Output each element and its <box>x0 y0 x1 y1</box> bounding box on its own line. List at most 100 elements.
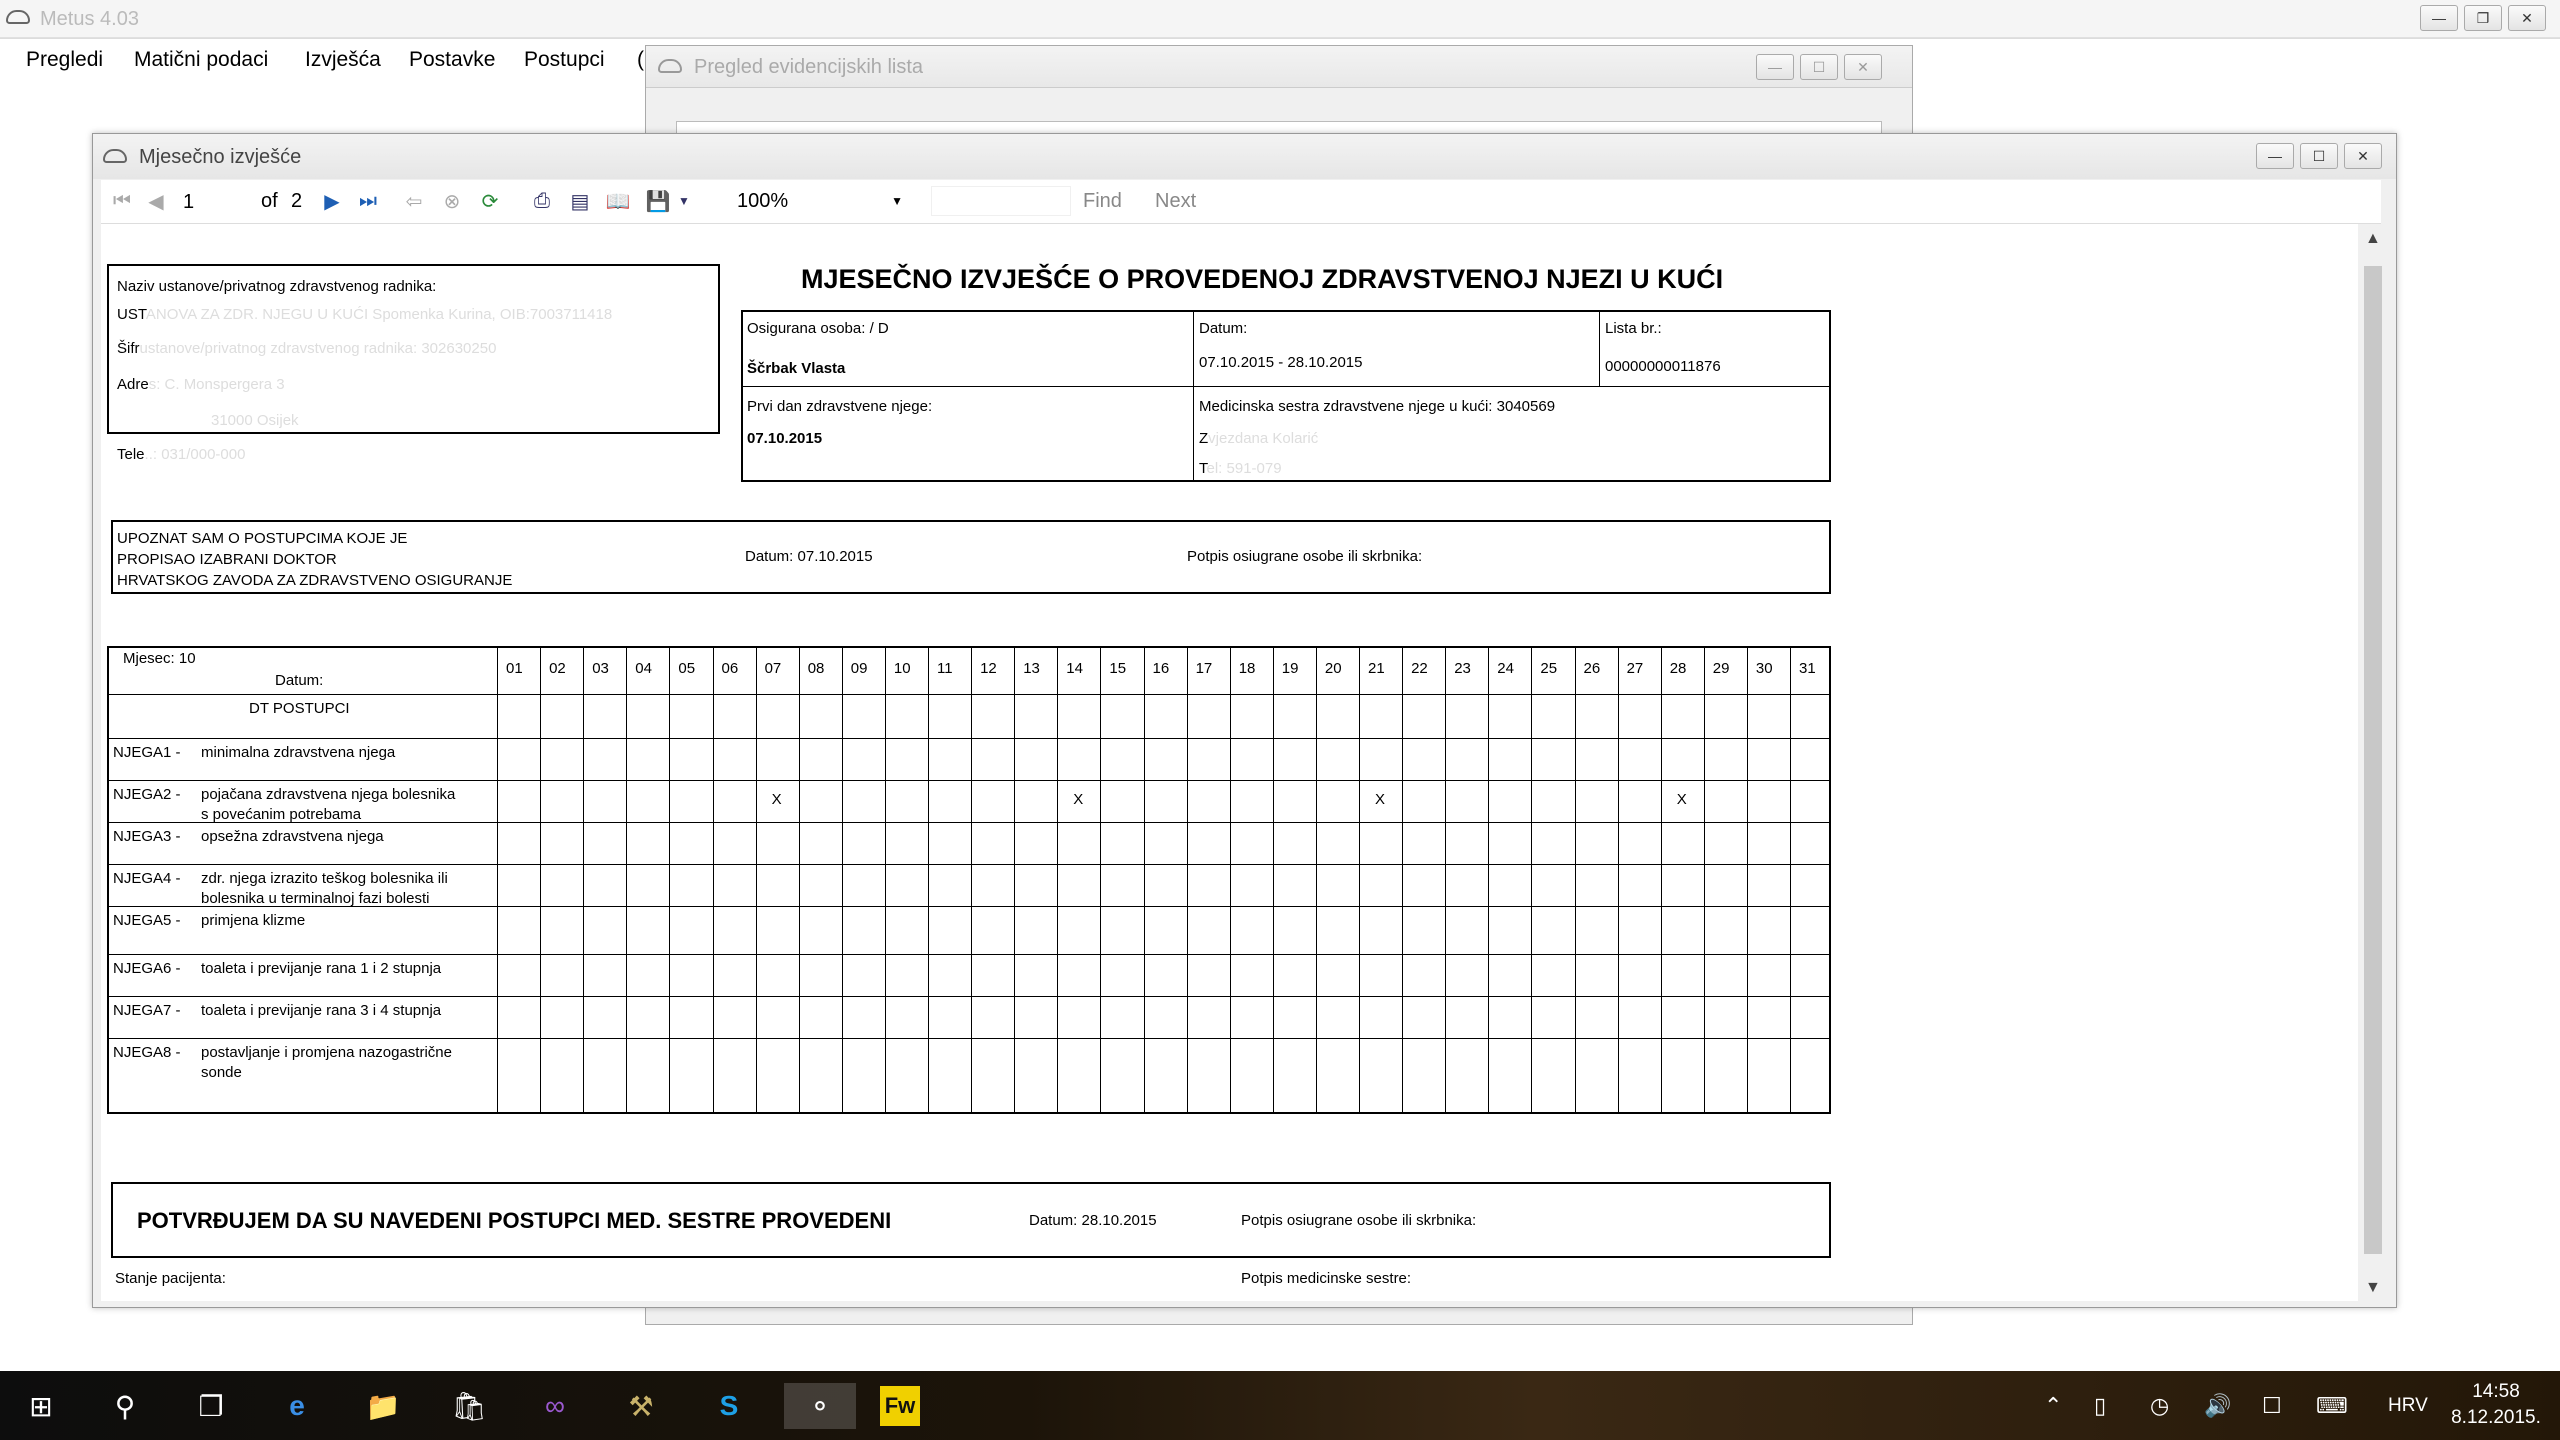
tools-icon[interactable]: ⚒ <box>618 1383 664 1429</box>
day-header: 22 <box>1411 660 1428 677</box>
export-dropdown-icon[interactable]: ▼ <box>671 188 697 214</box>
refresh-icon[interactable]: ⟳ <box>477 188 503 214</box>
metus-icon[interactable]: ⚬ <box>784 1383 856 1429</box>
visual-studio-icon[interactable]: ∞ <box>532 1383 578 1429</box>
first-page-icon[interactable]: ⏮ <box>109 188 135 214</box>
divider <box>1617 648 1619 1112</box>
menu-postupci[interactable]: Postupci <box>524 48 605 72</box>
row-description: toaleta i previjanje rana 1 i 2 stupnja <box>201 960 442 977</box>
row-description: toaleta i previjanje rana 3 i 4 stupnja <box>201 1002 442 1019</box>
day-header: 19 <box>1281 660 1299 677</box>
print-icon[interactable]: ⎙ <box>529 188 555 214</box>
clock-time: 14:58 <box>2472 1381 2520 1402</box>
minimize-button[interactable]: — <box>2420 5 2458 31</box>
day-header: 08 <box>807 660 825 677</box>
close-button[interactable]: ✕ <box>1844 54 1882 80</box>
scroll-thumb[interactable] <box>2364 266 2382 1254</box>
divider <box>109 738 1829 739</box>
divider <box>1703 648 1705 1112</box>
wifi-icon[interactable]: ◷ <box>2150 1393 2169 1419</box>
chevron-up-icon[interactable]: ⌃ <box>2044 1393 2062 1419</box>
row-description: sonde <box>201 1064 242 1081</box>
skype-icon[interactable]: S <box>706 1383 752 1429</box>
report-window-title-bar[interactable]: Mjesečno izvješće — ☐ ✕ <box>93 134 2396 179</box>
institution-address: Adres: C. Monspergera 3 <box>117 376 285 393</box>
page-number-input[interactable] <box>183 188 243 216</box>
fireworks-icon[interactable]: Fw <box>880 1386 920 1426</box>
prev-page-icon[interactable]: ◀ <box>143 188 169 214</box>
edge-icon[interactable]: e <box>274 1383 320 1429</box>
minimize-button[interactable]: — <box>1756 54 1794 80</box>
divider <box>1315 648 1317 1112</box>
date-header-label: Datum: <box>275 672 324 689</box>
back-icon[interactable]: ⇦ <box>401 188 427 214</box>
next-link[interactable]: Next <box>1155 190 1196 213</box>
maximize-button[interactable]: ☐ <box>1800 54 1838 80</box>
find-input[interactable] <box>931 186 1071 216</box>
menu-maticni-podaci[interactable]: Matični podaci <box>134 48 268 72</box>
divider <box>1014 648 1016 1112</box>
divider <box>1359 648 1360 1112</box>
first-day-label: Prvi dan zdravstvene njege: <box>747 398 933 415</box>
find-link[interactable]: Find <box>1083 190 1122 213</box>
divider <box>1057 648 1059 1112</box>
confirmation-text: POTVRĐUJEM DA SU NAVEDENI POSTUPCI MED. … <box>137 1208 892 1233</box>
menu-pregledi[interactable]: Pregledi <box>26 48 103 72</box>
search-icon[interactable]: ⚲ <box>102 1383 148 1429</box>
start-icon[interactable]: ⊞ <box>18 1383 64 1429</box>
store-icon[interactable]: 🛍 <box>446 1383 492 1429</box>
ack-line-1: UPOZNAT SAM O POSTUPCIMA KOJE JE <box>117 530 408 547</box>
volume-icon[interactable]: 🔊 <box>2204 1393 2231 1419</box>
menu-more[interactable]: ( <box>637 48 644 72</box>
print-layout-icon[interactable]: ▤ <box>567 188 593 214</box>
export-icon[interactable]: 💾 <box>645 188 671 214</box>
zoom-select[interactable]: 100% ▼ <box>729 188 909 216</box>
scroll-up-icon[interactable]: ▲ <box>2365 230 2381 248</box>
list-label: Lista br.: <box>1605 320 1662 337</box>
scroll-down-icon[interactable]: ▼ <box>2365 1279 2381 1297</box>
day-header: 31 <box>1799 660 1816 677</box>
vertical-scrollbar[interactable]: ▲ ▼ <box>2359 224 2387 1301</box>
window-icon <box>103 149 127 163</box>
day-header: 07 <box>764 660 782 677</box>
last-page-icon[interactable]: ⏭ <box>355 188 381 214</box>
maximize-button[interactable]: ☐ <box>2300 143 2338 169</box>
language-indicator[interactable]: HRV <box>2388 1395 2428 1417</box>
task-view-icon[interactable]: ❐ <box>188 1383 234 1429</box>
nurse-label: Medicinska sestra zdravstvene njege u ku… <box>1199 398 1556 415</box>
divider <box>884 648 886 1112</box>
list-number: 00000000011876 <box>1605 358 1721 375</box>
divider <box>669 648 671 1112</box>
divider <box>1100 648 1102 1112</box>
day-header: 06 <box>721 660 739 677</box>
divider <box>712 648 714 1112</box>
pregled-window-title-bar[interactable]: Pregled evidencijskih lista — ☐ ✕ <box>646 46 1912 88</box>
menu-izvjesca[interactable]: Izvješća <box>305 48 381 72</box>
close-button[interactable]: ✕ <box>2508 5 2546 31</box>
day-header: 25 <box>1540 660 1558 677</box>
report-window[interactable]: Mjesečno izvješće — ☐ ✕ ⏮ ◀ of 2 ▶ ⏭ ⇦ ⊗… <box>92 133 2397 1308</box>
close-button[interactable]: ✕ <box>2344 143 2382 169</box>
battery-icon[interactable]: ▯ <box>2094 1393 2106 1419</box>
menu-postavke[interactable]: Postavke <box>409 48 495 72</box>
confirmation-date: Datum: 28.10.2015 <box>1029 1212 1157 1229</box>
next-page-icon[interactable]: ▶ <box>319 188 345 214</box>
date-range: 07.10.2015 - 28.10.2015 <box>1199 354 1363 371</box>
divider <box>109 906 1829 907</box>
day-header: 16 <box>1152 660 1170 677</box>
page-setup-icon[interactable]: 📖 <box>605 188 631 214</box>
minimize-button[interactable]: — <box>2256 143 2294 169</box>
confirmation-signature-label: Potpis osiugrane osobe ili skrbnika: <box>1241 1212 1477 1229</box>
care-table: Mjesec: 10 Datum: 01 02 03 04 05 06 07 08 09 10 11 12… <box>107 646 1831 1114</box>
row-code: NJEGA5 - <box>113 912 181 929</box>
stop-icon[interactable]: ⊗ <box>439 188 465 214</box>
keyboard-icon[interactable]: ⌨ <box>2316 1393 2348 1419</box>
notification-icon[interactable]: ☐ <box>2262 1393 2282 1419</box>
file-explorer-icon[interactable]: 📁 <box>360 1383 406 1429</box>
divider <box>1272 648 1274 1112</box>
row-description: pojačana zdravstvena njega bolesnika <box>201 786 456 803</box>
restore-button[interactable]: ❐ <box>2464 5 2502 31</box>
report-title: MJESEČNO IZVJEŠĆE O PROVEDENOJ ZDRAVSTVE… <box>801 264 1724 294</box>
row-code: NJEGA4 - <box>113 870 181 887</box>
clock[interactable]: 14:58 8.12.2015. <box>2446 1379 2546 1431</box>
